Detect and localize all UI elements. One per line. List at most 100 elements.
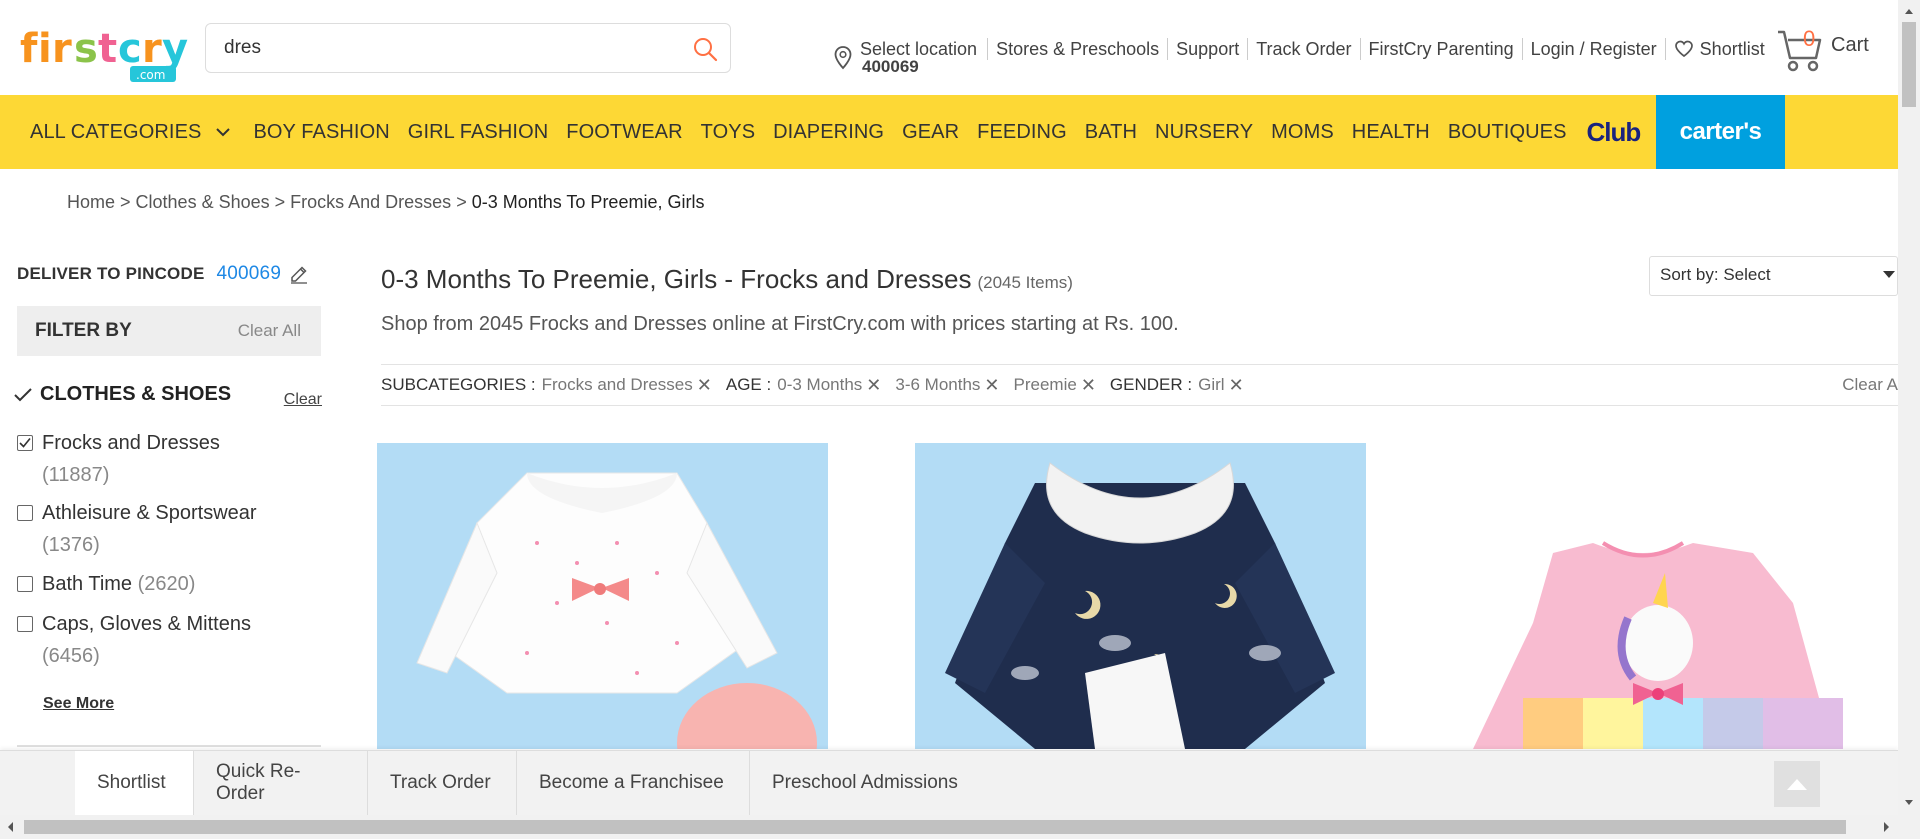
bottom-shortlist[interactable]: Shortlist [75,751,194,815]
applied-filters: SUBCATEGORIES : Frocks and Dresses ✕ AGE … [381,364,1898,406]
category-nursery[interactable]: NURSERY [1155,121,1253,144]
category-bar: ALL CATEGORIES BOY FASHION GIRL FASHION … [0,95,1898,169]
filter-by-header: FILTER BY Clear All [17,306,321,356]
checkbox[interactable] [17,576,33,592]
location-label: Select location [860,39,978,59]
pencil-icon[interactable] [289,264,309,284]
scroll-left-arrow-icon[interactable] [3,815,19,839]
chip-label-age: AGE : [725,375,772,394]
breadcrumb-clothes-shoes[interactable]: Clothes & Shoes [136,192,270,212]
stores-link[interactable]: Stores & Preschools [987,38,1167,60]
category-toys[interactable]: TOYS [701,121,756,144]
remove-chip-icon[interactable]: ✕ [866,375,881,396]
cart-label: Cart [1831,34,1869,56]
breadcrumb-current: 0-3 Months To Preemie, Girls [471,192,705,212]
bottom-franchisee[interactable]: Become a Franchisee [517,751,750,815]
checkbox[interactable] [17,616,33,632]
category-moms[interactable]: MOMS [1271,121,1334,144]
product-card[interactable] [915,443,1366,749]
chip-age-0-3: 0-3 Months [777,375,863,394]
category-footwear[interactable]: FOOTWEAR [566,121,682,144]
sidebar-divider [17,745,321,747]
chip-age-preemie: Preemie [1013,375,1077,394]
product-card[interactable] [1453,443,1898,749]
category-gear[interactable]: GEAR [902,121,959,144]
club-logo[interactable]: Club [1587,117,1642,148]
clear-all-chips[interactable]: Clear A [1842,375,1898,395]
filter-section-clear[interactable]: Clear [284,391,322,409]
all-categories[interactable]: ALL CATEGORIES [30,121,201,144]
support-link[interactable]: Support [1167,38,1247,60]
top-nav: Select location 400069 Stores & Preschoo… [834,34,1773,76]
deliver-pincode-value[interactable]: 400069 [216,263,281,285]
horizontal-scrollbar[interactable] [0,815,1898,839]
scroll-right-arrow-icon[interactable] [1878,815,1894,839]
category-diapering[interactable]: DIAPERING [773,121,884,144]
remove-chip-icon[interactable]: ✕ [697,375,712,396]
svg-text:r: r [52,26,72,72]
shortlist-link[interactable]: Shortlist [1664,38,1773,60]
filter-item-label: Frocks and Dresses [42,432,220,454]
scroll-up-arrow-icon[interactable] [1898,3,1920,19]
location-pin-icon [834,46,852,70]
breadcrumb-frocks-dresses[interactable]: Frocks And Dresses [290,192,451,212]
scroll-down-arrow-icon[interactable] [1898,795,1920,811]
filter-section-title[interactable]: CLOTHES & SHOES [40,383,231,406]
scroll-to-top-button[interactable] [1774,761,1820,807]
category-girl-fashion[interactable]: GIRL FASHION [408,121,549,144]
remove-chip-icon[interactable]: ✕ [1081,375,1096,396]
product-image-pink-unicorn-dress [1473,541,1843,749]
search-box [205,23,731,73]
login-register-link[interactable]: Login / Register [1521,38,1665,60]
cart-icon [1778,30,1822,72]
svg-text:s: s [74,26,98,72]
filter-item-caps-gloves[interactable]: Caps, Gloves & Mittens (6456) [17,608,317,672]
vertical-scroll-thumb[interactable] [1902,22,1916,107]
filter-item-frocks-dresses[interactable]: Frocks and Dresses (11887) [17,427,317,491]
filter-item-count: (1376) [42,534,100,556]
checkbox[interactable] [17,505,33,521]
category-feeding[interactable]: FEEDING [977,121,1067,144]
bottom-bar: Shortlist Quick Re-Order Track Order Bec… [0,750,1898,815]
vertical-scrollbar[interactable] [1898,0,1920,815]
deliver-pincode: DELIVER TO PINCODE 400069 [17,263,309,285]
search-input[interactable] [224,36,654,60]
category-boy-fashion[interactable]: BOY FASHION [253,121,389,144]
filter-item-label: Athleisure & Sportswear [42,502,257,524]
bottom-preschool[interactable]: Preschool Admissions [750,751,990,815]
firstcry-logo[interactable]: f i r s t c r y .com [18,18,190,84]
bottom-track-order[interactable]: Track Order [368,751,517,815]
checkbox-checked[interactable] [17,435,33,451]
parenting-link[interactable]: FirstCry Parenting [1359,38,1522,60]
caret-down-icon [1883,271,1895,278]
carters-logo[interactable]: carter's [1656,95,1785,169]
product-card[interactable] [377,443,828,749]
remove-chip-icon[interactable]: ✕ [1229,375,1244,396]
category-bath[interactable]: BATH [1085,121,1137,144]
product-image-navy-dress [945,462,1335,749]
chevron-down-icon[interactable] [215,127,231,137]
horizontal-scroll-thumb[interactable] [24,820,1846,834]
breadcrumb-home[interactable]: Home [67,192,115,212]
clear-all-button[interactable]: Clear All [238,321,301,341]
cart-count: 0 [1803,26,1816,51]
svg-text:c: c [118,26,142,72]
chip-label-gender: GENDER : [1109,375,1193,394]
scrollbar-corner [1898,815,1920,839]
chip-subcategory: Frocks and Dresses [541,375,693,394]
sort-dropdown[interactable]: Sort by: Select [1649,256,1898,296]
filter-item-athleisure[interactable]: Athleisure & Sportswear (1376) [17,497,317,561]
search-icon[interactable] [692,36,718,62]
location-pincode: 400069 [862,57,919,76]
bottom-quick-reorder[interactable]: Quick Re-Order [194,751,368,815]
cart-button[interactable]: 0 Cart [1776,24,1896,74]
track-order-link[interactable]: Track Order [1247,38,1359,60]
svg-text:r: r [142,26,162,72]
shortlist-label: Shortlist [1699,39,1765,59]
see-more-link[interactable]: See More [43,695,114,713]
location-selector[interactable]: Select location 400069 [834,34,977,76]
category-health[interactable]: HEALTH [1352,121,1430,144]
filter-item-bath-time[interactable]: Bath Time (2620) [17,568,317,600]
category-boutiques[interactable]: BOUTIQUES [1448,121,1567,144]
remove-chip-icon[interactable]: ✕ [984,375,999,396]
